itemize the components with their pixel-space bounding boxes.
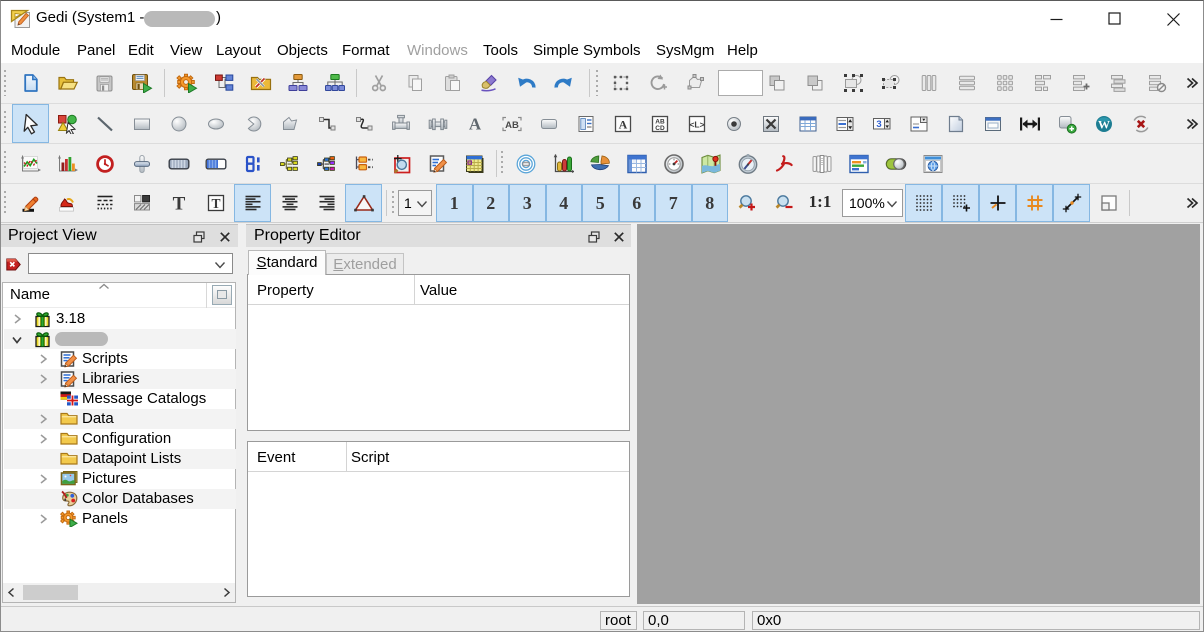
svg-text:A: A	[618, 117, 627, 131]
svg-text:<L>: <L>	[689, 119, 704, 129]
svg-text:AB: AB	[505, 119, 519, 130]
svg-text:CD: CD	[655, 125, 665, 132]
svg-text:A: A	[468, 114, 481, 133]
svg-text:T: T	[211, 196, 220, 211]
svg-text:W: W	[1098, 117, 1110, 131]
svg-text:T: T	[172, 194, 185, 214]
svg-text:3: 3	[876, 118, 881, 129]
